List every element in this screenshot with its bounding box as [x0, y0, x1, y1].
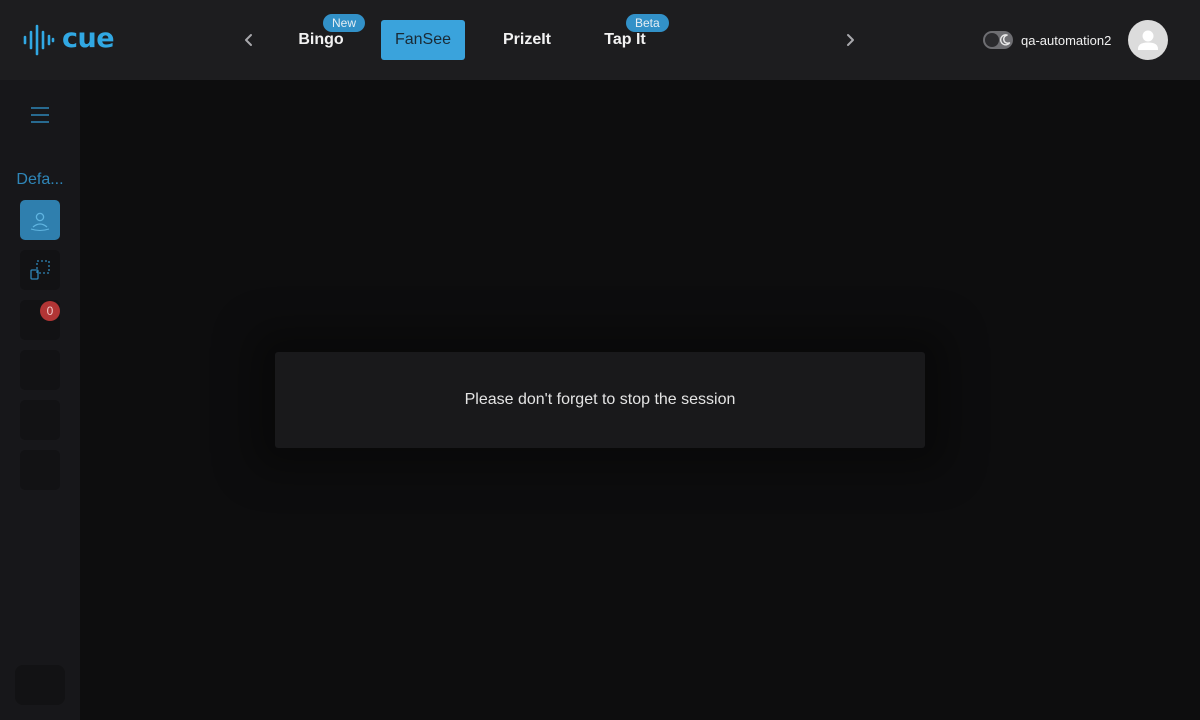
toggle-knob — [985, 33, 999, 47]
logo-wordmark: cue — [62, 23, 115, 54]
sidebar-item-broadcast[interactable] — [20, 200, 60, 240]
sidebar-bottom-button[interactable] — [15, 665, 65, 705]
left-sidebar: Defa... 0 — [0, 80, 80, 720]
sidebar-item-6[interactable] — [20, 450, 60, 490]
user-avatar-icon — [1138, 30, 1158, 50]
moon-icon — [999, 34, 1011, 46]
sidebar-item-4[interactable] — [20, 350, 60, 390]
tab-prizeit[interactable]: PrizeIt — [499, 20, 555, 60]
session-reminder-dialog: Please don't forget to stop the session — [275, 352, 925, 448]
top-header: cue Bingo New FanSee PrizeIt Tap It Beta… — [0, 0, 1200, 80]
hamburger-icon — [31, 107, 49, 123]
username-label[interactable]: qa-automation2 — [1021, 33, 1111, 48]
tab-fansee[interactable]: FanSee — [381, 20, 465, 60]
chevron-left-icon — [245, 34, 252, 46]
tabs-prev-button[interactable] — [237, 28, 261, 52]
menu-button[interactable] — [30, 105, 50, 125]
sidebar-item-screen[interactable] — [20, 250, 60, 290]
tab-badge-new: New — [323, 14, 366, 32]
theme-toggle[interactable] — [983, 31, 1013, 49]
tab-badge-beta: Beta — [626, 14, 669, 32]
cue-logo[interactable]: cue — [22, 22, 115, 58]
soundwave-logo-icon — [23, 24, 55, 56]
notification-count-badge: 0 — [40, 301, 60, 321]
tabs-next-button[interactable] — [838, 28, 862, 52]
sidebar-title[interactable]: Defa... — [0, 171, 80, 189]
chevron-right-icon — [847, 34, 854, 46]
sidebar-item-5[interactable] — [20, 400, 60, 440]
user-broadcast-icon — [30, 212, 50, 232]
user-avatar[interactable] — [1128, 20, 1168, 60]
session-reminder-message: Please don't forget to stop the session — [464, 391, 736, 408]
screen-select-icon — [30, 260, 50, 280]
